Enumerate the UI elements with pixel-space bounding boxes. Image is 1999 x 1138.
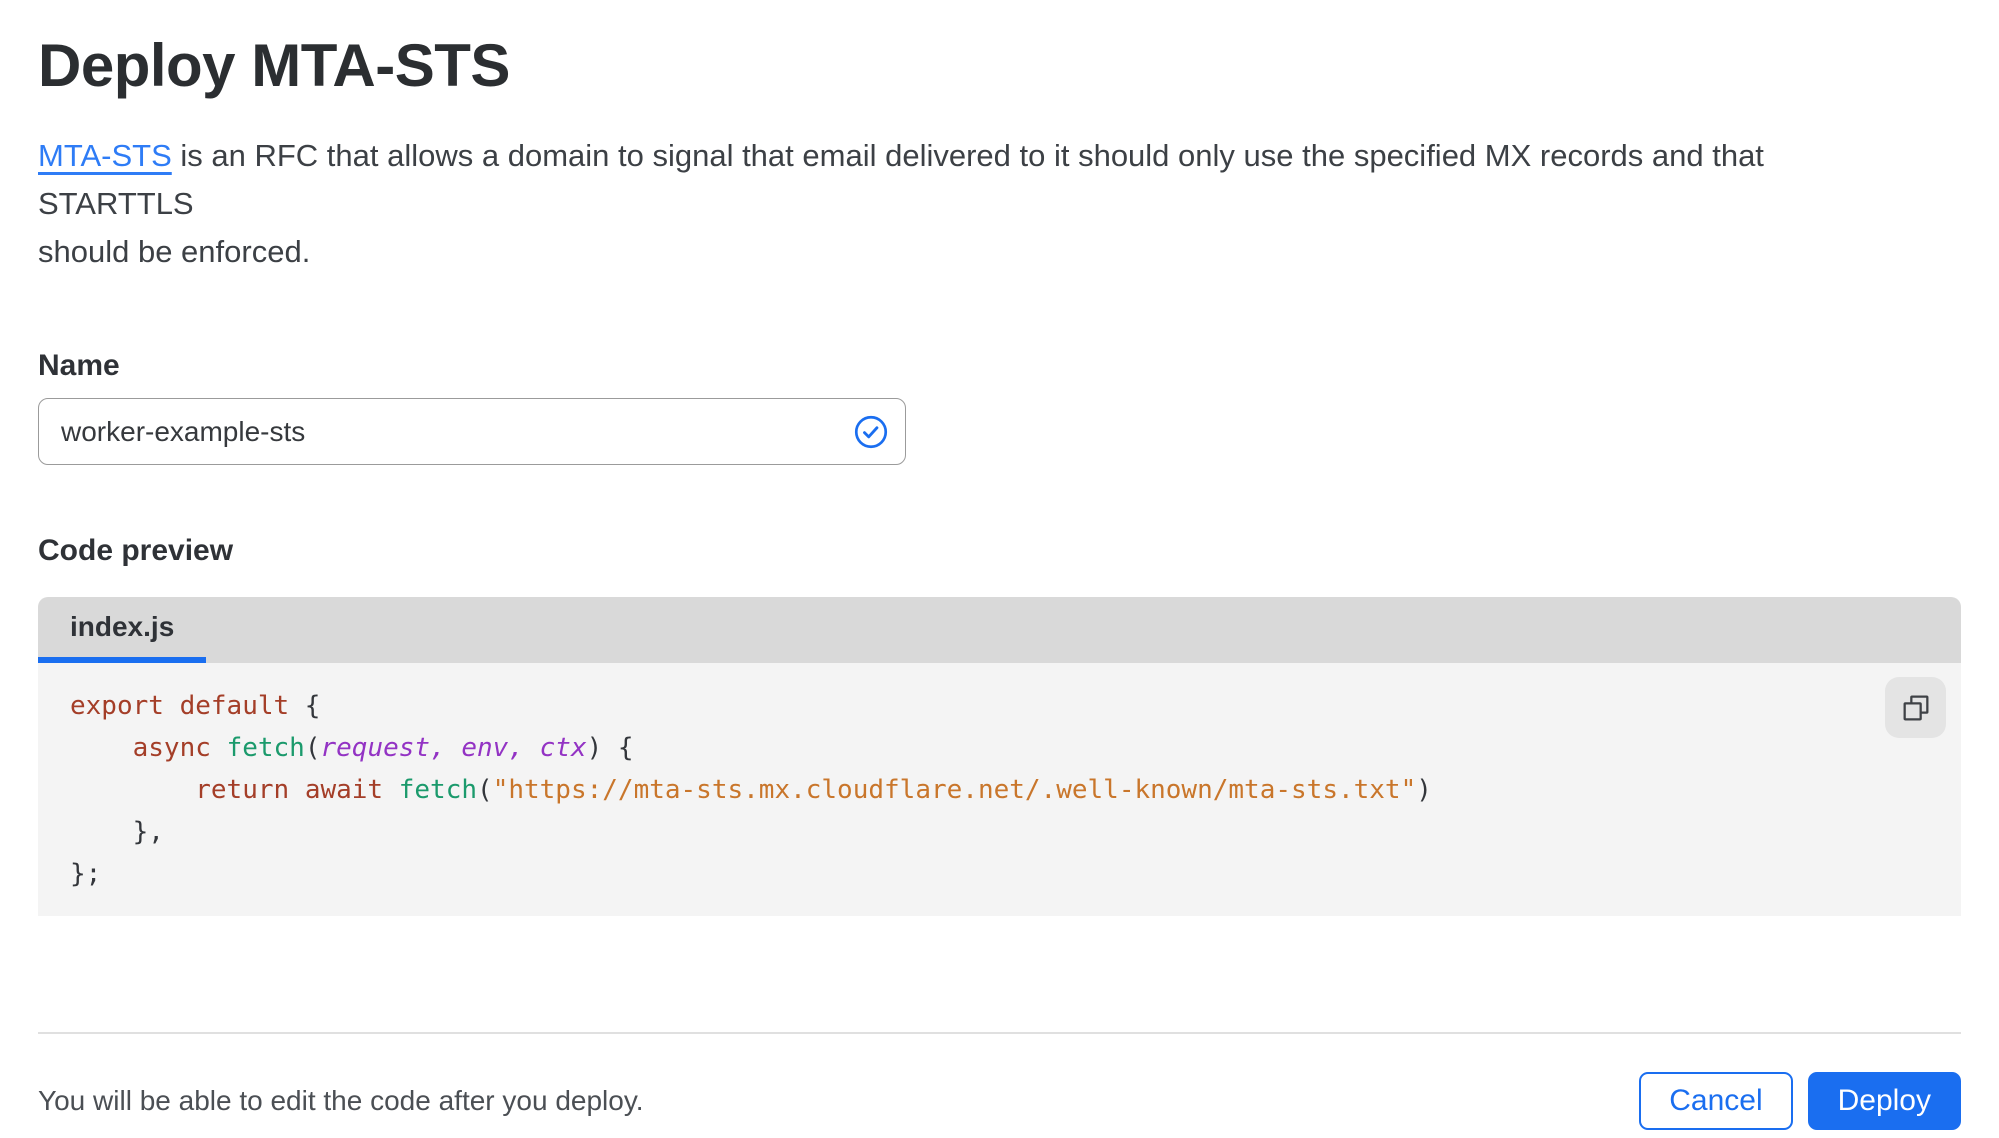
footer-actions: Cancel Deploy (1639, 1072, 1961, 1130)
check-circle-icon (854, 415, 888, 449)
name-input[interactable] (38, 398, 906, 465)
description-line2: should be enforced. (38, 234, 311, 269)
tab-index-js[interactable]: index.js (38, 597, 207, 663)
code-tab-bar: index.js (38, 597, 1961, 663)
code-line: return await fetch("https://mta-sts.mx.c… (195, 775, 1432, 805)
code-preview-label: Code preview (38, 534, 234, 567)
copy-icon (1900, 692, 1932, 724)
code-preview-block: index.js export default { async fetch(re… (38, 597, 1961, 916)
code-line: export default { (70, 691, 321, 721)
footer: You will be able to edit the code after … (38, 1042, 1961, 1130)
mta-sts-link[interactable]: MTA-STS (38, 138, 172, 173)
page-title: Deploy MTA-STS (38, 32, 510, 99)
code-line: async fetch(request, env, ctx) { (132, 733, 634, 763)
footer-divider (38, 1032, 1961, 1034)
description: MTA-STS is an RFC that allows a domain t… (38, 132, 1928, 276)
code-line: }; (70, 859, 102, 889)
deploy-mta-sts-page: Deploy MTA-STS MTA-STS is an RFC that al… (0, 0, 1999, 1138)
deploy-button[interactable]: Deploy (1807, 1072, 1961, 1130)
cancel-button[interactable]: Cancel (1639, 1072, 1793, 1130)
footer-note: You will be able to edit the code after … (38, 1085, 644, 1116)
code-area: export default { async fetch(request, en… (38, 663, 1961, 916)
copy-code-button[interactable] (1885, 677, 1946, 738)
name-label: Name (38, 349, 120, 382)
code-lines: export default { async fetch(request, en… (70, 685, 1961, 895)
description-line1: is an RFC that allows a domain to signal… (38, 138, 1764, 221)
name-input-wrap (38, 398, 906, 465)
code-line: }, (70, 817, 164, 847)
